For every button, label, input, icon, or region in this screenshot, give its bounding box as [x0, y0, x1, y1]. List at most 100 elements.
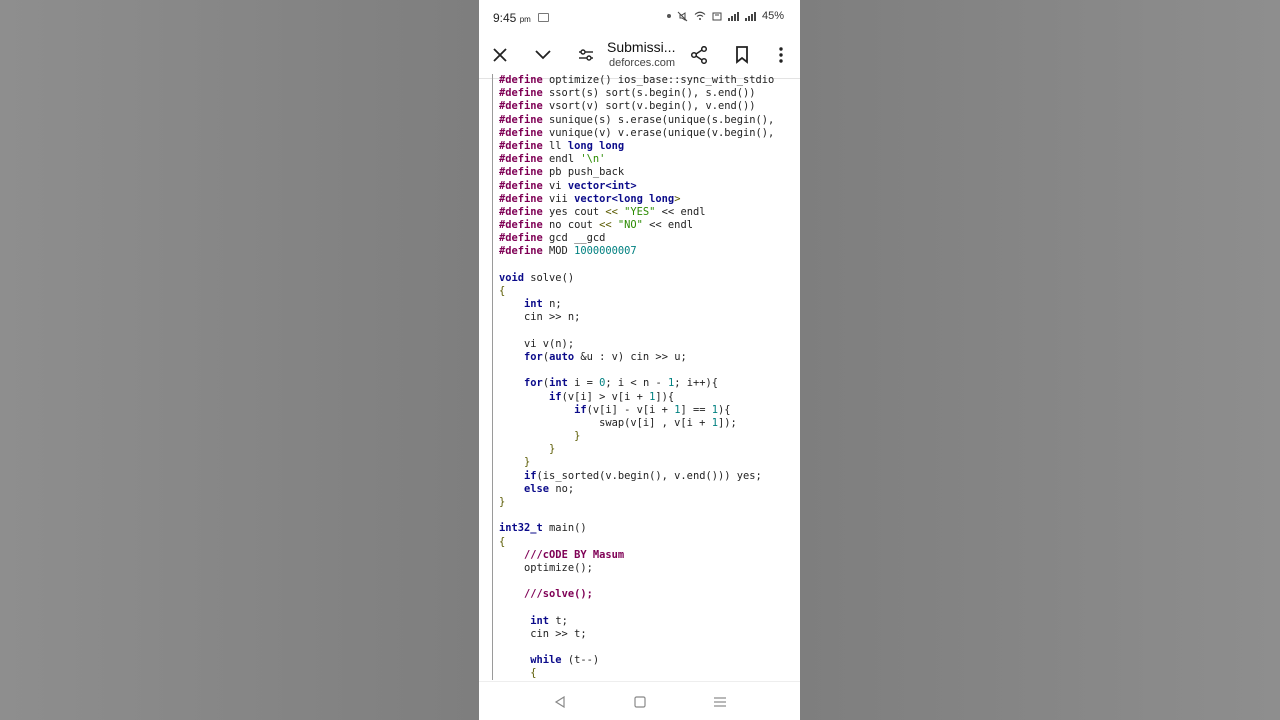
code-token: if [524, 469, 537, 482]
code-line: #define MOD 1000000007 [499, 245, 800, 258]
code-line: #define ssort(s) sort(s.begin(), s.end()… [499, 87, 800, 100]
code-token: #define [499, 74, 550, 86]
code-line: } [499, 496, 800, 509]
code-token: (v[i] - v[i + [586, 403, 675, 416]
background-right [800, 0, 1280, 720]
code-token: int [549, 377, 568, 390]
code-line: ///solve(); [499, 588, 800, 601]
code-token: ll [549, 139, 568, 152]
code-token: main() [542, 522, 587, 535]
status-icons: 45% [666, 10, 784, 22]
code-line: ///cODE BY Masum [499, 549, 800, 562]
code-token: sunique(s) s.erase(unique(s.begin(), [549, 113, 775, 126]
home-icon[interactable] [630, 692, 650, 712]
code-token: vi [549, 179, 568, 192]
chevron-down-icon[interactable] [531, 43, 555, 67]
code-token: (is_sorted(v.begin(), v.end())) yes; [536, 469, 762, 482]
code-line: cin >> t; [499, 628, 800, 641]
code-token: ; i < n - [605, 377, 668, 390]
code-line: #define vunique(v) v.erase(unique(v.begi… [499, 127, 800, 140]
code-token: solve() [524, 271, 575, 284]
code-token: ssort(s) sort(s.begin(), s.end()) [549, 87, 756, 100]
code-token: << endl [655, 205, 706, 218]
code-token: #define [499, 113, 550, 126]
code-token: long long [617, 192, 675, 205]
code-token: { [499, 535, 506, 548]
code-token: t; [549, 614, 568, 627]
code-token: } [499, 456, 531, 469]
code-token: { [499, 285, 506, 297]
code-line: vi v(n); [499, 338, 800, 351]
code-token: #define [499, 139, 550, 152]
more-options-icon[interactable] [769, 43, 793, 67]
code-token: #define [499, 87, 550, 100]
code-token: yes cout [549, 205, 606, 218]
code-line: int n; [499, 298, 800, 311]
code-token: void [499, 271, 525, 284]
signal-icon [727, 11, 739, 21]
share-icon[interactable] [687, 43, 711, 67]
code-line: optimize(); [499, 562, 800, 575]
back-icon[interactable] [550, 692, 570, 712]
bookmark-icon[interactable] [730, 43, 754, 67]
status-time-value: 9:45 [493, 11, 517, 25]
code-token: (t--) [561, 654, 600, 667]
code-token: swap(v[i] , v[i + [499, 416, 712, 429]
code-token: '\n' [580, 153, 606, 166]
code-line: #define vi vector<int> [499, 180, 800, 193]
code-token: #define [499, 219, 550, 232]
signal-icon-2 [744, 11, 756, 21]
code-token: #define [499, 153, 550, 166]
code-token: #define [499, 100, 550, 113]
mute-icon [677, 11, 688, 21]
code-line: if(v[i] - v[i + 1] == 1){ [499, 404, 800, 417]
wifi-icon [694, 11, 706, 20]
code-token: optimize() ios_base::sync_with_stdio [549, 74, 775, 86]
code-token: << [605, 205, 625, 218]
code-token: MOD [549, 245, 575, 258]
code-token: ; i++){ [674, 377, 719, 390]
code-line: #define yes cout << "YES" << endl [499, 206, 800, 219]
code-token: else [524, 482, 550, 495]
code-line: } [499, 456, 800, 469]
code-token: vector< [574, 192, 618, 205]
code-token: gcd __gcd [549, 232, 606, 245]
code-token: { [499, 667, 537, 680]
code-line: int32_t main() [499, 522, 800, 535]
code-token: for [524, 377, 543, 390]
code-token: if [549, 390, 562, 403]
status-time: 9:45 pm [493, 11, 531, 25]
page-url[interactable]: deforces.com [609, 57, 675, 69]
page-title[interactable]: Submissi... [607, 39, 681, 55]
code-token: } [499, 443, 556, 456]
code-line: void solve() [499, 272, 800, 285]
code-line: for(int i = 0; i < n - 1; i++){ [499, 377, 800, 390]
code-token: ]); [717, 416, 737, 429]
code-line: if(v[i] > v[i + 1]){ [499, 391, 800, 404]
site-settings-icon[interactable] [574, 43, 598, 67]
code-token: } [499, 430, 581, 443]
code-token: "YES" [624, 205, 656, 218]
code-token: if [574, 403, 587, 416]
code-token: cin >> n; [499, 311, 581, 324]
close-icon[interactable] [488, 43, 512, 67]
code-line: else no; [499, 483, 800, 496]
code-token: #define [499, 245, 550, 258]
code-token: vii [549, 192, 575, 205]
code-line: { [499, 667, 800, 680]
code-token: vector<int> [567, 179, 637, 192]
recents-icon[interactable] [710, 692, 730, 712]
code-token: ]){ [655, 390, 675, 403]
code-token: cin >> t; [499, 627, 587, 640]
code-token: auto [549, 350, 575, 363]
code-token: optimize(); [499, 561, 593, 574]
